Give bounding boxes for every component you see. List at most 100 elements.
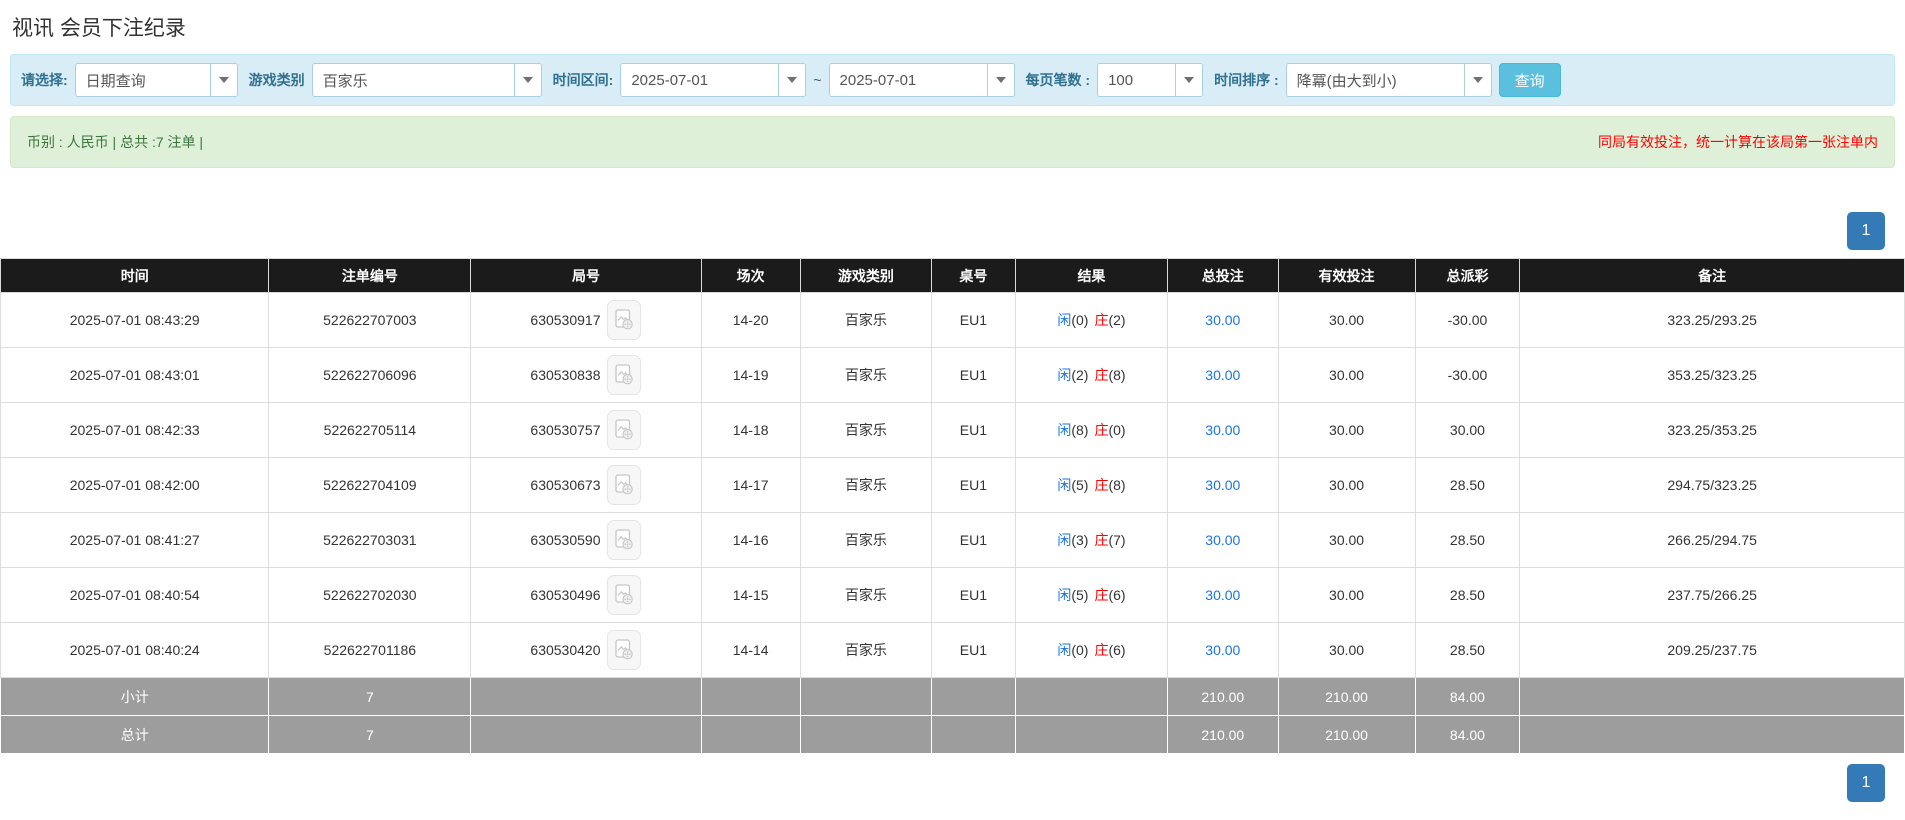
cell-result: 闲(3)庄(7) (1015, 513, 1167, 568)
video-replay-button[interactable] (607, 520, 641, 560)
cell-round: 630530838 (471, 348, 701, 403)
cell-remark: 323.25/293.25 (1520, 293, 1905, 348)
footer-cell (932, 678, 1016, 716)
date-to-select[interactable]: 2025-07-01 (829, 63, 1015, 97)
cell-session: 14-20 (701, 293, 800, 348)
header-cell: 总派彩 (1415, 259, 1520, 293)
pagination-bottom-page-1-button[interactable]: 1 (1847, 764, 1885, 802)
result-player-score: (0) (1071, 642, 1088, 658)
footer-cell (932, 716, 1016, 754)
round-number: 630530590 (530, 532, 600, 548)
cell-table-number: EU1 (932, 293, 1016, 348)
total-bet-link[interactable]: 30.00 (1205, 477, 1240, 493)
result-banker-score: (8) (1108, 477, 1125, 493)
cell-session: 14-19 (701, 348, 800, 403)
cell-remark: 323.25/353.25 (1520, 403, 1905, 458)
video-file-icon (615, 364, 634, 386)
cell-remark: 209.25/237.75 (1520, 623, 1905, 678)
cell-table-number: EU1 (932, 513, 1016, 568)
video-replay-button[interactable] (607, 410, 641, 450)
video-replay-button[interactable] (607, 630, 641, 670)
table-foot: 小计7210.00210.0084.00总计7210.00210.0084.00 (1, 678, 1905, 754)
date-from-select[interactable]: 2025-07-01 (620, 63, 806, 97)
table-row: 2025-07-01 08:42:00 522622704109 6305306… (1, 458, 1905, 513)
total-bet-link[interactable]: 30.00 (1205, 367, 1240, 383)
chevron-down-icon (1464, 64, 1491, 96)
video-file-icon (615, 419, 634, 441)
page: 视讯 会员下注纪录 请选择: 日期查询 游戏类别 百家乐 时间区间: 2025-… (0, 0, 1905, 820)
cell-remark: 237.75/266.25 (1520, 568, 1905, 623)
summary-info: 币别 : 人民币 | 总共 :7 注单 | (27, 132, 203, 152)
cell-payout: 28.50 (1415, 458, 1520, 513)
table-header-row: 时间注单编号局号场次游戏类别桌号结果总投注有效投注总派彩备注 (1, 259, 1905, 293)
time-sort-select[interactable]: 降冪(由大到小) (1286, 63, 1492, 97)
cell-session: 14-18 (701, 403, 800, 458)
cell-total-bet: 30.00 (1168, 348, 1278, 403)
total-bet-link[interactable]: 30.00 (1205, 312, 1240, 328)
pagination-top-page-1-button[interactable]: 1 (1847, 212, 1885, 250)
footer-cell: 7 (269, 716, 471, 754)
cell-payout: 30.00 (1415, 403, 1520, 458)
cell-bet-number: 522622707003 (269, 293, 471, 348)
cell-time: 2025-07-01 08:43:01 (1, 348, 269, 403)
cell-valid-bet: 30.00 (1278, 623, 1415, 678)
page-size-select[interactable]: 100 (1097, 63, 1203, 97)
page-title: 视讯 会员下注纪录 (0, 0, 1905, 50)
round-number: 630530673 (530, 477, 600, 493)
result-player-score: (5) (1071, 587, 1088, 603)
round-number: 630530757 (530, 422, 600, 438)
cell-payout: 28.50 (1415, 623, 1520, 678)
header-cell: 桌号 (932, 259, 1016, 293)
total-bet-link[interactable]: 30.00 (1205, 422, 1240, 438)
video-replay-button[interactable] (607, 575, 641, 615)
range-separator: ~ (813, 72, 821, 88)
table-row: 2025-07-01 08:40:24 522622701186 6305304… (1, 623, 1905, 678)
round-number: 630530917 (530, 312, 600, 328)
date-to-value: 2025-07-01 (830, 72, 987, 89)
result-banker-score: (6) (1108, 587, 1125, 603)
cell-bet-number: 522622704109 (269, 458, 471, 513)
total-bet-link[interactable]: 30.00 (1205, 642, 1240, 658)
result-banker-score: (0) (1108, 422, 1125, 438)
game-type-select[interactable]: 百家乐 (312, 63, 542, 97)
total-bet-link[interactable]: 30.00 (1205, 532, 1240, 548)
header-cell: 注单编号 (269, 259, 471, 293)
chevron-down-icon (514, 64, 541, 96)
cell-game-type: 百家乐 (800, 348, 931, 403)
table-body: 2025-07-01 08:43:29 522622707003 6305309… (1, 293, 1905, 678)
result-banker-label: 庄 (1094, 642, 1108, 658)
query-type-select[interactable]: 日期查询 (75, 63, 238, 97)
footer-cell: 210.00 (1168, 678, 1278, 716)
cell-time: 2025-07-01 08:42:00 (1, 458, 269, 513)
cell-remark: 353.25/323.25 (1520, 348, 1905, 403)
video-replay-button[interactable] (607, 355, 641, 395)
table-row: 2025-07-01 08:43:01 522622706096 6305308… (1, 348, 1905, 403)
cell-result: 闲(0)庄(2) (1015, 293, 1167, 348)
cell-valid-bet: 30.00 (1278, 403, 1415, 458)
video-file-icon (615, 309, 634, 331)
pagination-top: 1 (0, 212, 1905, 250)
total-bet-link[interactable]: 30.00 (1205, 587, 1240, 603)
cell-time: 2025-07-01 08:43:29 (1, 293, 269, 348)
footer-cell: 210.00 (1168, 716, 1278, 754)
cell-session: 14-16 (701, 513, 800, 568)
video-replay-button[interactable] (607, 300, 641, 340)
footer-cell (1015, 716, 1167, 754)
header-cell: 时间 (1, 259, 269, 293)
chevron-down-icon (210, 64, 237, 96)
cell-valid-bet: 30.00 (1278, 513, 1415, 568)
result-player-score: (2) (1071, 367, 1088, 383)
footer-cell: 84.00 (1415, 678, 1520, 716)
cell-time: 2025-07-01 08:40:24 (1, 623, 269, 678)
header-cell: 游戏类别 (800, 259, 931, 293)
footer-cell (1520, 678, 1905, 716)
cell-session: 14-14 (701, 623, 800, 678)
cell-payout: 28.50 (1415, 568, 1520, 623)
footer-cell: 84.00 (1415, 716, 1520, 754)
cell-round: 630530420 (471, 623, 701, 678)
video-replay-button[interactable] (607, 465, 641, 505)
search-button[interactable]: 查询 (1499, 63, 1561, 97)
cell-result: 闲(5)庄(8) (1015, 458, 1167, 513)
video-file-icon (615, 474, 634, 496)
cell-round: 630530673 (471, 458, 701, 513)
